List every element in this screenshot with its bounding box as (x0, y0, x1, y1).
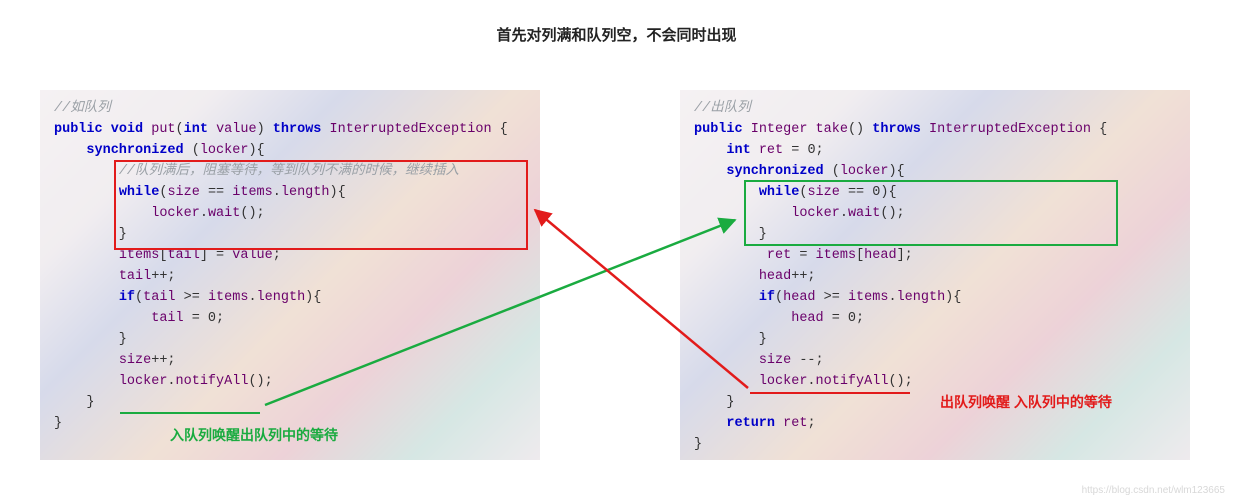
id-head: head (864, 248, 896, 263)
id-tail: tail (143, 290, 175, 305)
fn-notifyall: notifyAll (176, 374, 249, 389)
id-items: items (816, 248, 857, 263)
kw-if: if (759, 290, 775, 305)
id-length: length (257, 290, 306, 305)
kw-sync: synchronized (86, 143, 183, 158)
watermark: https://blog.csdn.net/wlm123665 (1082, 485, 1225, 496)
id-head: head (783, 290, 815, 305)
id-locker: locker (759, 374, 808, 389)
comment: //出队列 (694, 101, 751, 116)
fn-notifyall: notifyAll (816, 374, 889, 389)
red-underline (750, 392, 910, 394)
page-title: 首先对列满和队列空，不会同时出现 (0, 24, 1233, 45)
id-size: size (119, 353, 151, 368)
kw-int: int (184, 122, 208, 137)
kw-public: public (54, 122, 103, 137)
id-locker: locker (200, 143, 249, 158)
id-length: length (897, 290, 946, 305)
kw-throws: throws (872, 122, 921, 137)
kw-sync: synchronized (726, 164, 823, 179)
kw-int: int (726, 143, 750, 158)
page-root: 首先对列满和队列空，不会同时出现 //如队列 public void put(i… (0, 0, 1233, 500)
type-integer: Integer (751, 122, 808, 137)
id-ret: ret (783, 416, 807, 431)
id-tail: tail (151, 311, 183, 326)
kw-if: if (119, 290, 135, 305)
id-value: value (232, 248, 273, 263)
id-locker: locker (119, 374, 168, 389)
kw-void: void (111, 122, 143, 137)
fn-take: take (816, 122, 848, 137)
kw-throws: throws (273, 122, 322, 137)
id-ret: ret (767, 248, 791, 263)
type-ie: InterruptedException (929, 122, 1091, 137)
fn-put: put (151, 122, 175, 137)
left-code: //如队列 public void put(int value) throws … (40, 90, 540, 460)
comment: //如队列 (54, 101, 111, 116)
type-ie: InterruptedException (330, 122, 492, 137)
green-underline (120, 412, 260, 414)
id-locker: locker (840, 164, 889, 179)
id-size: size (759, 353, 791, 368)
id-head: head (791, 311, 823, 326)
id-tail: tail (119, 269, 151, 284)
green-highlight-box (744, 180, 1118, 246)
id-tail: tail (167, 248, 199, 263)
kw-return: return (726, 416, 775, 431)
id-items: items (119, 248, 160, 263)
right-caption: 出队列唤醒 入队列中的等待 (940, 392, 1112, 412)
kw-public: public (694, 122, 743, 137)
right-code-panel: //出队列 public Integer take() throws Inter… (680, 90, 1190, 460)
left-caption: 入队列唤醒出队列中的等待 (170, 425, 338, 445)
red-highlight-box (114, 160, 528, 250)
id-items: items (208, 290, 249, 305)
param-value: value (216, 122, 257, 137)
right-code: //出队列 public Integer take() throws Inter… (680, 90, 1190, 460)
left-code-panel: //如队列 public void put(int value) throws … (40, 90, 540, 460)
id-head: head (759, 269, 791, 284)
id-items: items (848, 290, 889, 305)
id-ret: ret (759, 143, 783, 158)
